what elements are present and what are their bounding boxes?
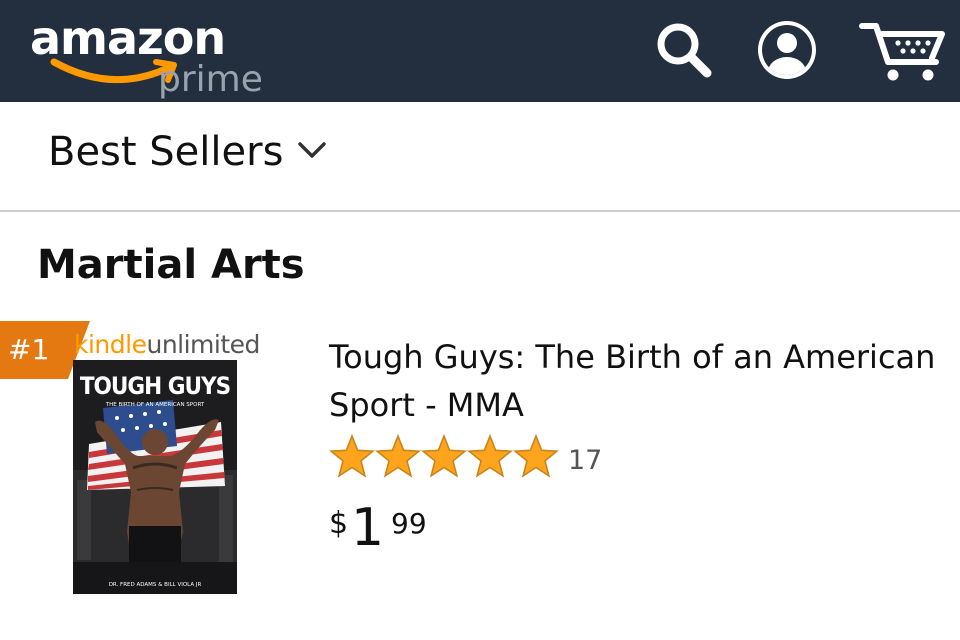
stars-svg — [329, 433, 559, 478]
star-rating[interactable] — [329, 433, 559, 484]
chevron-down-icon[interactable] — [297, 140, 327, 160]
price-currency-symbol: $ — [329, 506, 349, 541]
cover-subtitle: THE BIRTH OF AN AMERICAN SPORT — [105, 402, 205, 408]
book-cover-image[interactable]: TOUGH GUYS THE BIRTH OF AN AMERICAN SPOR… — [73, 360, 237, 594]
logo-prime-text: prime — [158, 59, 263, 100]
star-icon — [513, 433, 559, 478]
category-dropdown-label[interactable]: Best Sellers — [48, 128, 283, 176]
cover-title: TOUGH GUYS — [80, 372, 230, 400]
product-title-link[interactable]: Tough Guys: The Birth of an American Spo… — [329, 333, 949, 429]
cart-icon[interactable] — [858, 18, 948, 84]
search-icon[interactable] — [652, 18, 716, 82]
section-title: Martial Arts — [37, 242, 305, 288]
unlimited-logo-part: unlimited — [146, 330, 260, 359]
review-count[interactable]: 17 — [568, 445, 602, 477]
star-icon — [421, 433, 467, 478]
star-icon — [329, 433, 375, 478]
rank-text: #1 — [8, 333, 50, 366]
kindle-unlimited-logo: kindleunlimited — [74, 330, 260, 360]
price-whole: 1 — [351, 498, 385, 558]
kindle-logo-part: kindle — [74, 330, 147, 359]
account-icon[interactable] — [755, 18, 819, 82]
amazon-prime-logo[interactable]: amazon prime — [30, 10, 280, 100]
top-nav-bar: amazon prime — [0, 0, 960, 102]
price-fraction: 99 — [391, 507, 427, 540]
cover-authors: DR. FRED ADAMS & BILL VIOLA JR — [109, 582, 202, 588]
star-icon — [375, 433, 421, 478]
star-icon — [467, 433, 513, 478]
